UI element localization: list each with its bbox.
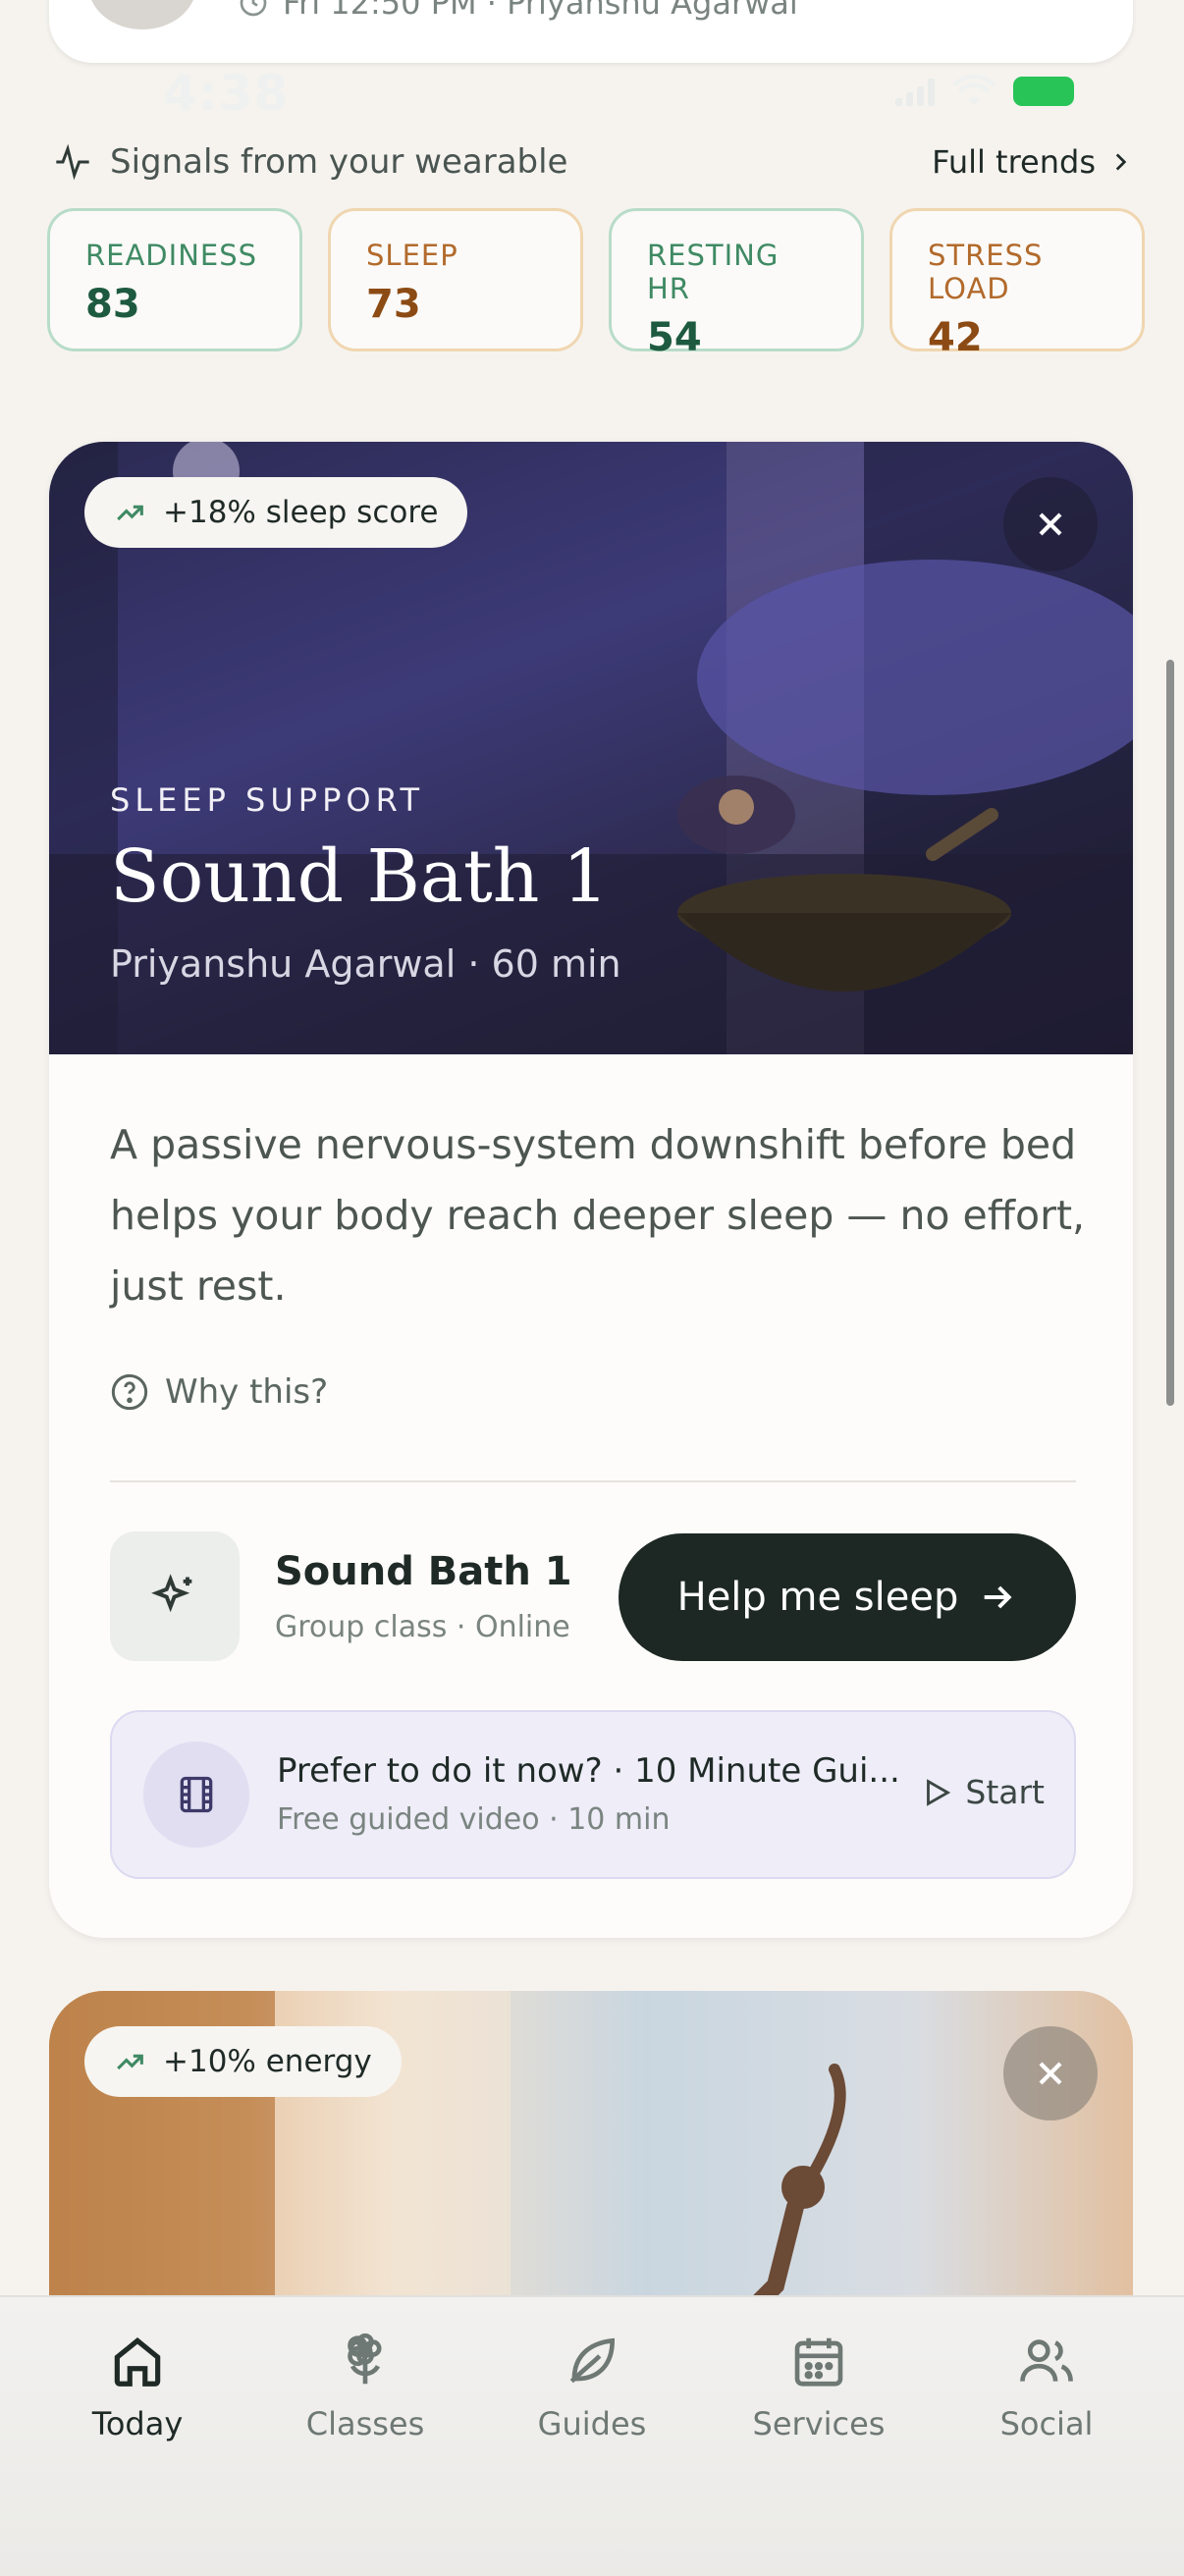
pulse-icon [56,143,89,181]
hero-image: +18% sleep score SLEEP SUPPORT Sound Bat… [49,442,1133,1054]
class-thumbnail [110,1531,240,1661]
nav-label: Guides [537,2405,647,2442]
home-icon [114,2337,161,2387]
nav-label: Services [752,2405,886,2442]
video-thumbnail [143,1742,249,1848]
divider [110,1480,1076,1482]
close-icon [1039,2062,1062,2085]
status-time: 4:38 [163,65,290,122]
nav-label: Social [999,2405,1094,2442]
dismiss-button[interactable] [1003,2026,1098,2120]
metric-chip-readiness[interactable]: READINESS 83 [47,208,302,351]
wifi-icon [952,75,996,106]
signal-icon [895,77,935,106]
class-meta: Group class · Online [275,1610,570,1644]
guided-video-option[interactable]: Prefer to do it now? · 10 Minute Gui... … [110,1710,1076,1879]
nav-item-services[interactable]: Services [711,2331,927,2442]
recommendation-card: +18% sleep score SLEEP SUPPORT Sound Bat… [49,442,1133,1938]
flower-icon [348,2333,382,2385]
energy-badge: +10% energy [84,2026,402,2097]
battery-icon [1013,77,1074,106]
previous-card-meta: Fri 12:50 PM · Priyanshu Agarwal [238,0,798,22]
arrow-right-icon [985,1585,1012,1609]
sparkle-icon [151,1574,192,1613]
metric-chip-sleep[interactable]: SLEEP 73 [328,208,583,351]
start-video-button[interactable]: Start [920,1773,1045,1811]
metric-value: 42 [928,315,983,360]
video-title: Prefer to do it now? · 10 Minute Gui... [277,1751,900,1791]
metric-value: 83 [85,282,140,327]
video-meta: Free guided video · 10 min [277,1802,671,1837]
trending-up-icon [117,2054,143,2070]
metric-value: 73 [366,282,421,327]
metric-chip-stress-load[interactable]: STRESS LOAD 42 [889,208,1145,360]
signals-header: Signals from your wearable Full trends [53,137,1133,187]
start-label: Start [965,1773,1045,1811]
full-trends-label: Full trends [932,143,1096,181]
metric-chips: READINESS 83 SLEEP 73 RESTING HR 54 STRE… [47,208,1145,360]
clock-icon [240,0,267,17]
close-icon [1039,512,1062,536]
users-icon [1020,2339,1073,2382]
calendar-icon [794,2337,843,2387]
nav-label: Today [91,2405,184,2442]
badge-text: +18% sleep score [163,495,439,530]
help-me-sleep-button[interactable]: Help me sleep [619,1533,1076,1661]
card-category: SLEEP SUPPORT [110,781,425,819]
cta-label: Help me sleep [676,1575,959,1620]
badge-text: +10% energy [163,2044,372,2079]
nav-label: Classes [305,2405,425,2442]
metric-label: READINESS [85,239,258,272]
card-subtitle: Priyanshu Agarwal · 60 min [110,942,621,986]
dismiss-button[interactable] [1003,477,1098,571]
leaf-icon [569,2337,615,2384]
nav-item-classes[interactable]: Classes [257,2331,473,2442]
nav-item-social[interactable]: Social [939,2331,1155,2442]
nav-item-today[interactable]: Today [29,2331,245,2442]
card-title: Sound Bath 1 [110,834,609,919]
metric-chip-resting-hr[interactable]: RESTING HR 54 [609,208,864,360]
class-name: Sound Bath 1 [275,1549,572,1594]
full-trends-link[interactable]: Full trends [932,143,1133,181]
why-this-link[interactable]: Why this? [110,1372,328,1412]
card-description: A passive nervous-system downshift befor… [110,1121,1086,1310]
nav-item-guides[interactable]: Guides [484,2331,700,2442]
status-icons [895,75,1074,108]
previous-card-meta-text: Fri 12:50 PM · Priyanshu Agarwal [283,0,798,22]
metric-label: SLEEP [366,239,458,272]
why-this-label: Why this? [165,1372,329,1412]
chevron-right-icon [1115,153,1127,171]
bottom-navigation: Today Classes Guides Services Social [0,2295,1184,2576]
scrollbar[interactable] [1166,660,1174,1406]
sleep-score-badge: +18% sleep score [84,477,468,548]
metric-label: RESTING HR [647,239,780,305]
signals-title: Signals from your wearable [110,142,568,182]
play-icon [927,1778,951,1806]
metric-value: 54 [647,315,702,360]
trending-up-icon [117,505,143,521]
film-icon [180,1776,213,1813]
metric-label: STRESS LOAD [928,239,1044,305]
help-circle-icon [111,1373,148,1411]
